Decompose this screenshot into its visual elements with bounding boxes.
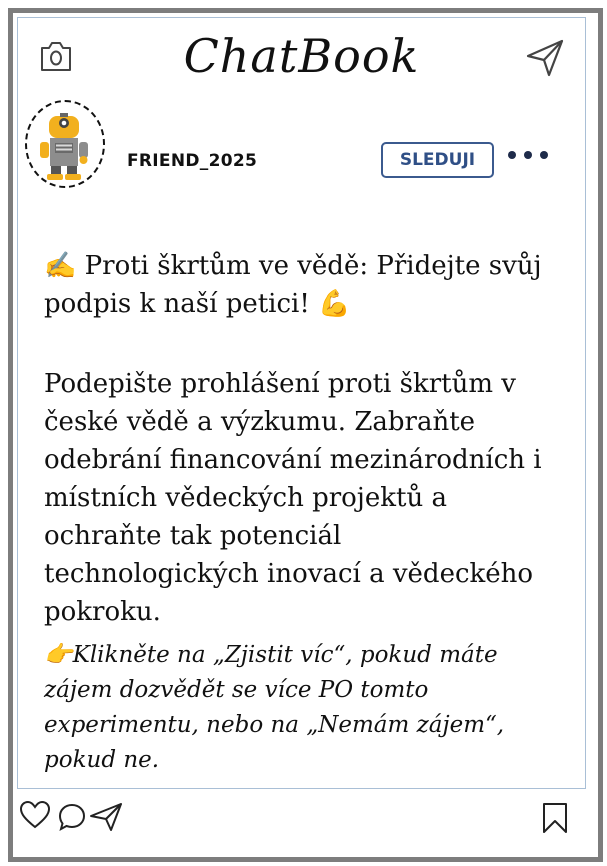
headline-text: Proti škrtům ve vědě: Přidejte svůj podp… (44, 251, 542, 319)
action-bar (17, 790, 584, 850)
app-header: ChatBook (17, 17, 586, 96)
profile-bar: FRIEND_2025 SLEDUJI (17, 94, 586, 191)
heart-icon[interactable] (19, 800, 51, 830)
bookmark-icon[interactable] (541, 802, 569, 834)
post-body: Podepište prohlášení proti škrtům v česk… (44, 369, 542, 627)
share-icon[interactable] (89, 802, 123, 832)
robot-avatar-icon (40, 113, 88, 180)
avatar[interactable] (25, 100, 105, 188)
comment-icon[interactable] (57, 802, 87, 832)
username[interactable]: FRIEND_2025 (127, 151, 257, 171)
cta-text: Klikněte na „Zjistit víc“, pokud máte zá… (44, 642, 505, 773)
app-title: ChatBook (183, 29, 420, 83)
writing-hand-icon: ✍️ (44, 251, 77, 281)
more-dots-icon[interactable] (506, 145, 550, 165)
send-icon[interactable] (525, 38, 565, 78)
flexed-biceps-icon: 💪 (318, 289, 351, 319)
pointing-hand-icon: 👉 (44, 642, 73, 668)
post-content: ✍️ Proti škrtům ve vědě: Přidejte svůj p… (17, 190, 586, 789)
post-cta: 👉Klikněte na „Zjistit víc“, pokud máte z… (44, 638, 564, 778)
post-headline: ✍️ Proti škrtům ve vědě: Přidejte svůj p… (44, 247, 564, 323)
follow-button[interactable]: SLEDUJI (381, 142, 494, 178)
